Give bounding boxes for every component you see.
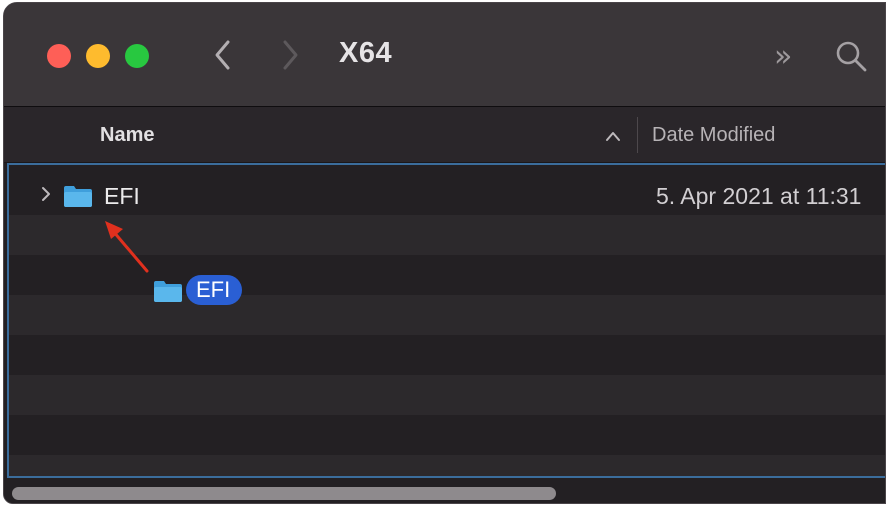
toolbar-overflow-button[interactable]: » bbox=[774, 39, 792, 74]
search-icon bbox=[836, 41, 867, 72]
column-header-date-modified[interactable]: Date Modified bbox=[652, 124, 775, 147]
search-button[interactable] bbox=[832, 37, 870, 75]
row-stripe bbox=[9, 455, 885, 476]
column-header-name[interactable]: Name bbox=[100, 124, 154, 147]
row-stripe bbox=[9, 375, 885, 415]
annotation-arrow-icon bbox=[105, 221, 149, 273]
column-header-bar: Name Date Modified bbox=[4, 107, 885, 163]
minimize-button[interactable] bbox=[86, 44, 110, 68]
chevron-right-icon bbox=[283, 40, 298, 70]
finder-window: X64 » Name Date Modified EFI 5. Apr 2021… bbox=[3, 2, 886, 504]
zoom-button[interactable] bbox=[125, 44, 149, 68]
folder-icon bbox=[64, 186, 92, 207]
folder-icon bbox=[154, 281, 182, 302]
back-button[interactable] bbox=[204, 35, 244, 75]
horizontal-scrollbar[interactable] bbox=[4, 481, 885, 503]
row-stripe bbox=[9, 295, 885, 335]
sort-ascending-icon[interactable] bbox=[604, 130, 622, 142]
chevron-left-icon bbox=[215, 40, 230, 70]
table-row[interactable]: EFI 5. Apr 2021 at 11:31 bbox=[9, 175, 885, 215]
close-button[interactable] bbox=[47, 44, 71, 68]
file-name: EFI bbox=[104, 183, 140, 209]
column-divider[interactable] bbox=[637, 117, 638, 153]
disclosure-triangle-icon[interactable] bbox=[39, 185, 53, 203]
window-title: X64 bbox=[339, 37, 393, 69]
file-list[interactable]: EFI 5. Apr 2021 at 11:31 EFI bbox=[7, 163, 885, 478]
scrollbar-thumb[interactable] bbox=[12, 487, 556, 500]
drag-ghost-label: EFI bbox=[186, 275, 243, 305]
forward-button[interactable] bbox=[270, 35, 310, 75]
title-bar[interactable]: X64 » bbox=[4, 3, 885, 107]
file-date-modified: 5. Apr 2021 at 11:31 bbox=[656, 183, 862, 209]
